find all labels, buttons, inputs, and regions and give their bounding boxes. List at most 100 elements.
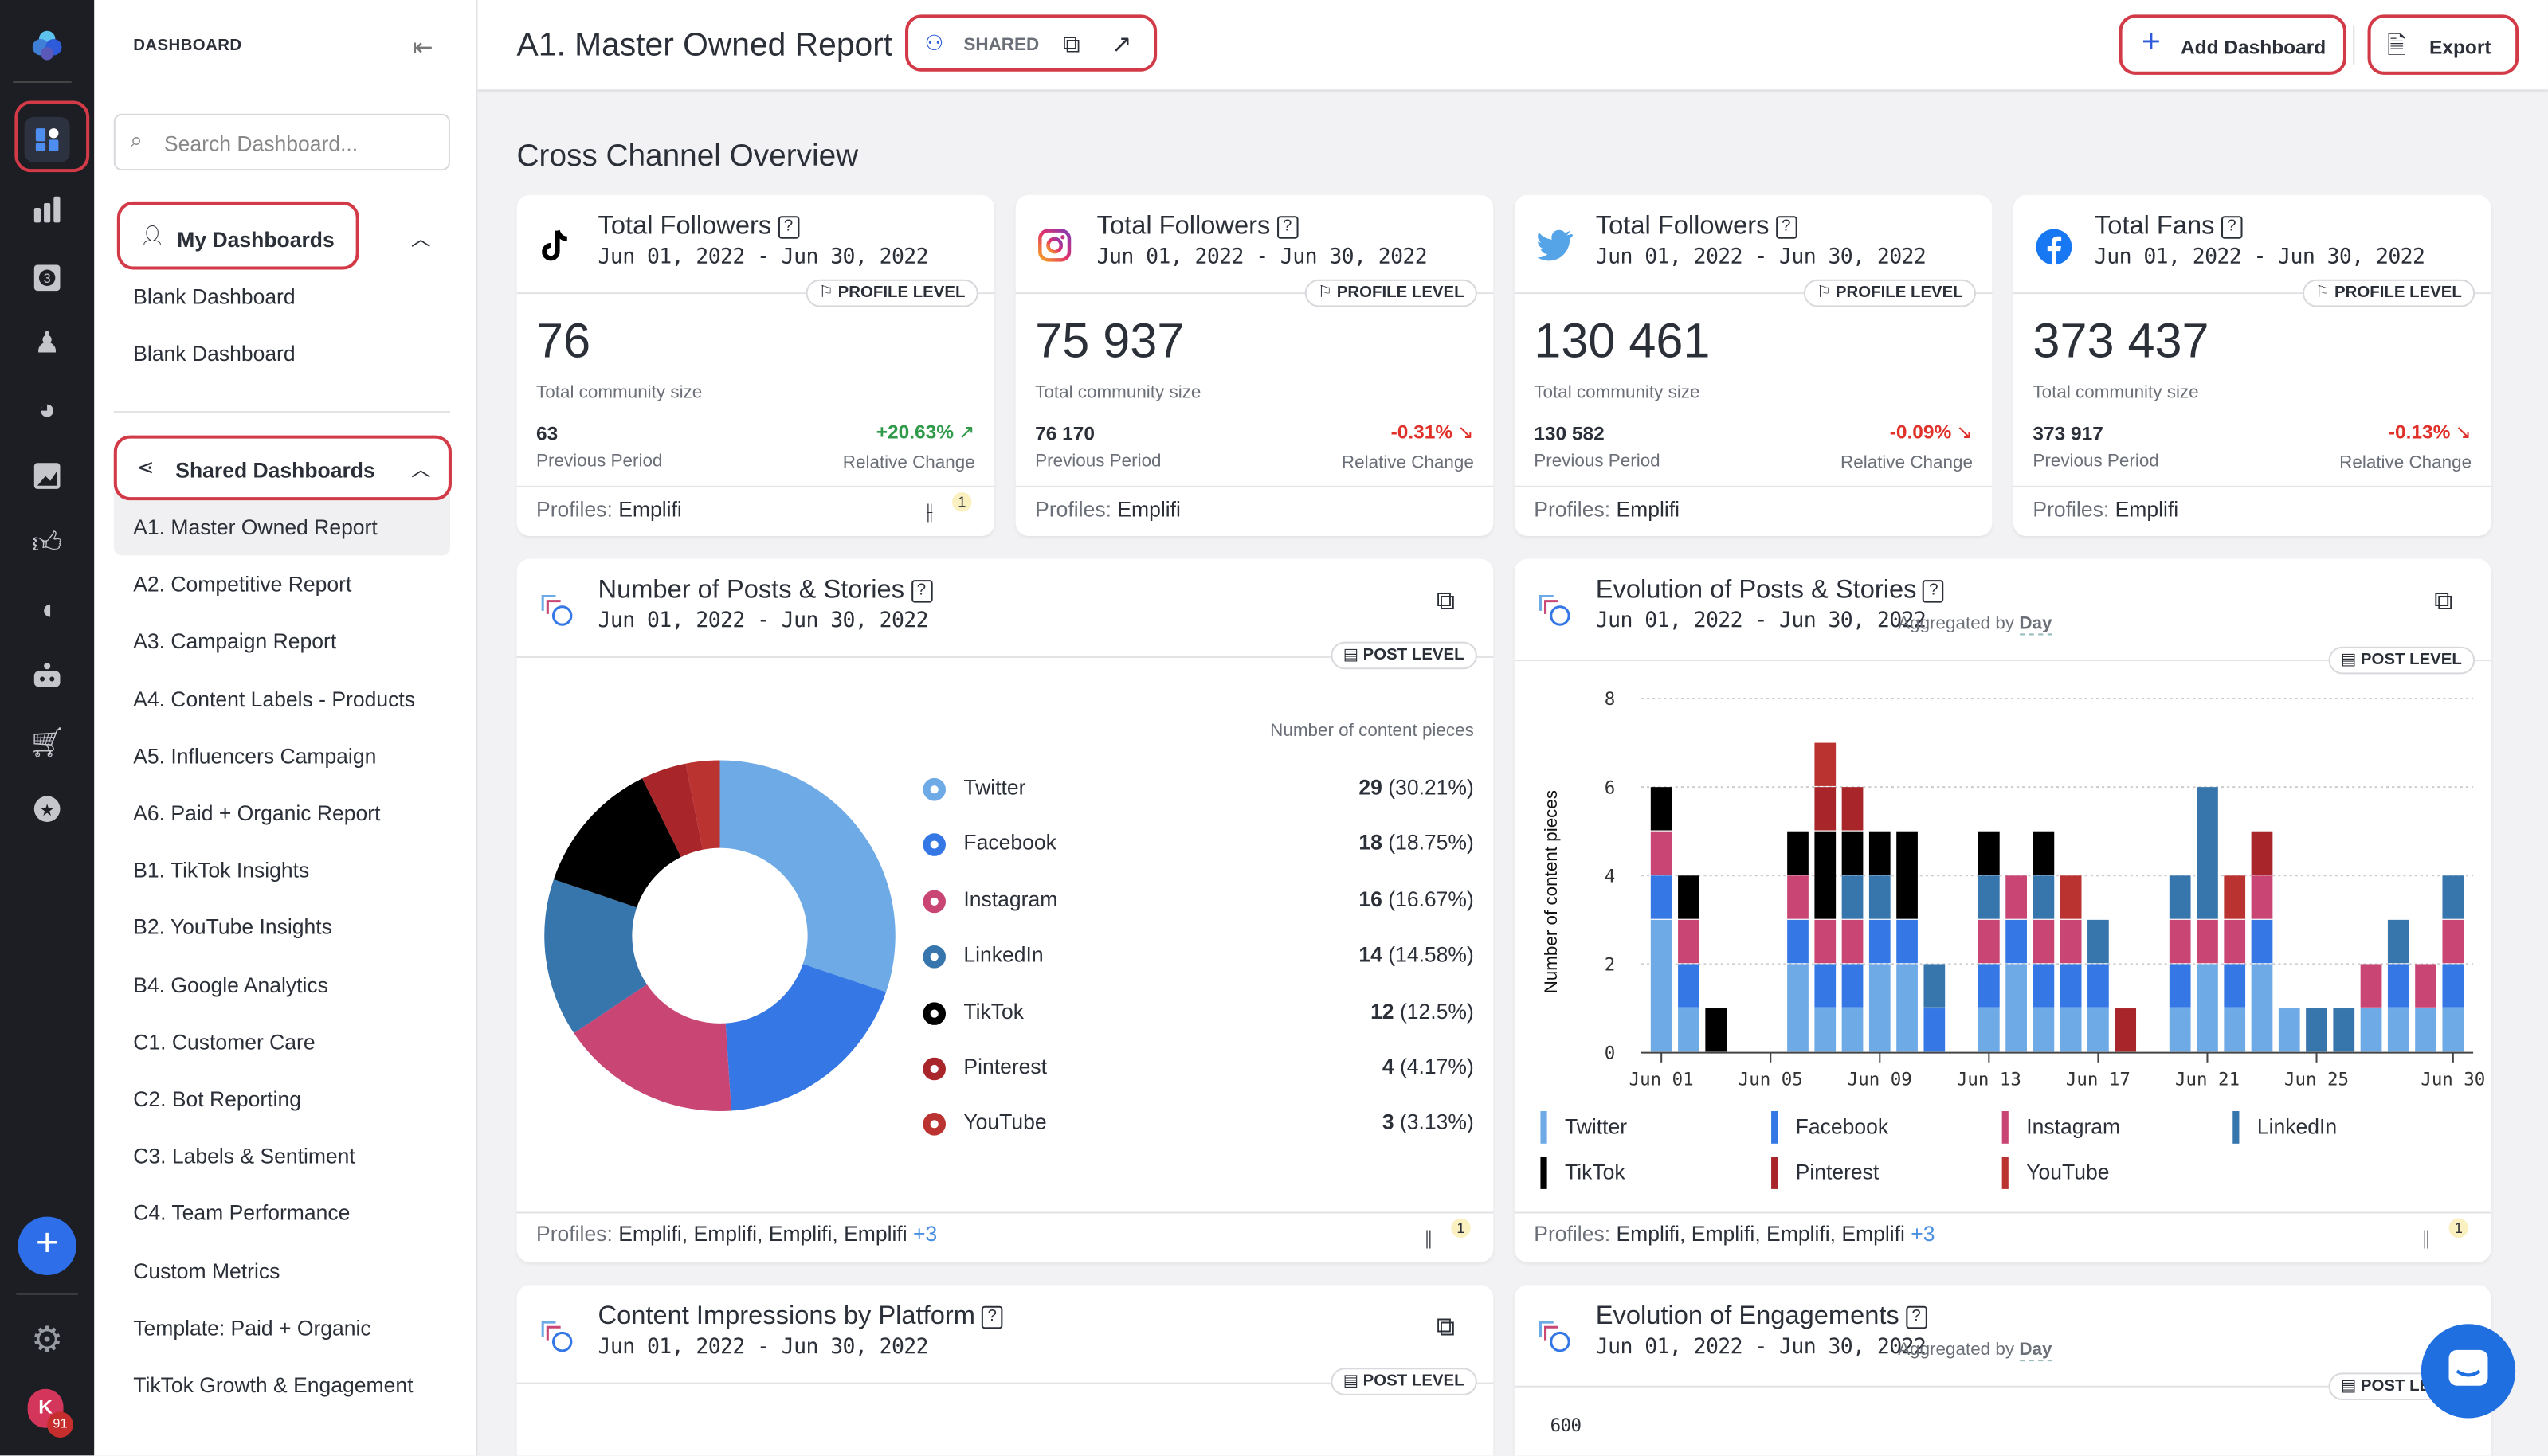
sidebar-item[interactable]: Template: Paid + Organic	[133, 1316, 370, 1341]
bar-segment-twitter-day-20[interactable]	[2169, 1008, 2191, 1052]
sidebar-item[interactable]: A4. Content Labels - Products	[133, 687, 415, 711]
bar-segment-facebook-day-14[interactable]	[2005, 919, 2027, 964]
gear-icon[interactable]: ⚙	[28, 1319, 67, 1360]
bar-segment-facebook-day-17[interactable]	[2087, 964, 2109, 1008]
dashboard-icon[interactable]	[24, 116, 70, 162]
bar-segment-instagram-day-6[interactable]	[1787, 875, 1809, 919]
bar-segment-linkedin-day-13[interactable]	[1978, 875, 2000, 919]
bar-segment-tiktok-day-2[interactable]	[1678, 875, 1699, 919]
bar-segment-twitter-day-2[interactable]	[1678, 1008, 1699, 1052]
sidebar-item[interactable]: C2. Bot Reporting	[133, 1086, 301, 1111]
bar-segment-instagram-day-23[interactable]	[2251, 875, 2273, 919]
bar-segment-linkedin-day-15[interactable]	[2033, 875, 2055, 919]
bar-segment-facebook-day-2[interactable]	[1678, 964, 1699, 1008]
bar-segment-facebook-day-30[interactable]	[2442, 964, 2464, 1008]
bar-segment-instagram-day-14[interactable]	[2005, 875, 2027, 919]
legend-label[interactable]: TikTok	[963, 998, 1024, 1023]
bar-segment-twitter-day-13[interactable]	[1978, 1008, 2000, 1052]
bar-segment-instagram-day-1[interactable]	[1650, 831, 1672, 875]
bar-segment-instagram-day-27[interactable]	[2360, 964, 2382, 1008]
bar-segment-tiktok-day-7[interactable]	[1814, 831, 1837, 919]
bar-segment-facebook-day-13[interactable]	[1978, 964, 2000, 1008]
chat-launcher-button[interactable]	[2421, 1324, 2516, 1419]
bar-segment-linkedin-day-26[interactable]	[2333, 1008, 2355, 1052]
add-dashboard-button[interactable]: + Add Dashboard	[2119, 14, 2347, 75]
help-icon[interactable]: ?	[1276, 216, 1298, 239]
bot-icon[interactable]	[28, 656, 67, 695]
legend-label[interactable]: Pinterest	[963, 1055, 1047, 1079]
donut-slice-facebook[interactable]	[725, 964, 887, 1111]
bar-segment-linkedin-day-25[interactable]	[2306, 1008, 2327, 1052]
content-icon[interactable]	[28, 456, 67, 495]
sidebar-item[interactable]: A3. Campaign Report	[133, 629, 336, 654]
bar-segment-instagram-day-30[interactable]	[2442, 919, 2464, 964]
open-detail-icon[interactable]: ⧉	[1437, 1314, 1455, 1344]
bar-segment-twitter-day-6[interactable]	[1787, 964, 1809, 1052]
commerce-icon[interactable]: 🛒︎	[28, 723, 67, 762]
bar-segment-twitter-day-22[interactable]	[2224, 1008, 2246, 1052]
bar-segment-facebook-day-11[interactable]	[1923, 1008, 1946, 1052]
bar-segment-tiktok-day-13[interactable]	[1978, 831, 2000, 875]
bar-segment-instagram-day-15[interactable]	[2033, 919, 2055, 964]
bar-segment-tiktok-day-1[interactable]	[1650, 787, 1672, 831]
add-button[interactable]: +	[18, 1216, 76, 1276]
filter-icon[interactable]: ⫲	[2423, 1225, 2430, 1251]
sidebar-item[interactable]: A1. Master Owned Report	[133, 515, 378, 540]
legend-label[interactable]: LinkedIn	[963, 942, 1043, 967]
bar-segment-instagram-day-13[interactable]	[1978, 919, 2000, 964]
bar-segment-facebook-day-16[interactable]	[2060, 964, 2082, 1008]
bar-segment-facebook-day-23[interactable]	[2251, 919, 2273, 964]
legend-label[interactable]: Instagram	[963, 887, 1057, 911]
community-icon[interactable]: ♟	[28, 323, 67, 362]
bar-segment-facebook-day-1[interactable]	[1650, 875, 1672, 919]
bar-segment-twitter-day-30[interactable]	[2442, 1008, 2464, 1052]
chevron-up-icon[interactable]: ︿	[411, 224, 431, 252]
bar-segment-linkedin-day-9[interactable]	[1868, 875, 1891, 919]
bar-segment-linkedin-day-17[interactable]	[2087, 919, 2109, 964]
help-icon[interactable]: ?	[1905, 1305, 1927, 1329]
help-icon[interactable]: ?	[778, 216, 799, 239]
legend-label[interactable]: Twitter	[1565, 1114, 1627, 1139]
sidebar-item[interactable]: B4. Google Analytics	[133, 973, 328, 997]
bar-segment-twitter-day-28[interactable]	[2387, 1008, 2409, 1052]
sidebar-item[interactable]: Blank Dashboard	[133, 341, 295, 366]
bar-segment-instagram-day-21[interactable]	[2197, 919, 2218, 964]
bar-segment-facebook-day-10[interactable]	[1896, 919, 1918, 964]
bar-segment-facebook-day-6[interactable]	[1787, 919, 1809, 964]
bar-segment-twitter-day-24[interactable]	[2278, 1008, 2300, 1052]
sidebar-item[interactable]: C1. Customer Care	[133, 1030, 315, 1055]
bar-segment-pinterest-day-7[interactable]	[1814, 787, 1837, 831]
sidebar-item[interactable]: Custom Metrics	[133, 1258, 280, 1283]
bar-segment-facebook-day-22[interactable]	[2224, 964, 2246, 1008]
bar-segment-instagram-day-16[interactable]	[2060, 919, 2082, 964]
bar-segment-twitter-day-17[interactable]	[2087, 1008, 2109, 1052]
help-icon[interactable]: ?	[2221, 216, 2243, 239]
bar-segment-linkedin-day-28[interactable]	[2387, 919, 2409, 964]
aggregation-select[interactable]: Day	[2019, 1340, 2052, 1362]
bar-segment-linkedin-day-30[interactable]	[2442, 875, 2464, 919]
bar-segment-facebook-day-28[interactable]	[2387, 964, 2409, 1008]
sidebar-item[interactable]: A2. Competitive Report	[133, 572, 351, 597]
filter-icon[interactable]: ⫲	[927, 499, 934, 525]
shared-button[interactable]: SHARED	[963, 36, 1039, 55]
bar-segment-pinterest-day-23[interactable]	[2251, 831, 2273, 875]
bar-segment-tiktok-day-9[interactable]	[1868, 831, 1891, 875]
bar-segment-youtube-day-16[interactable]	[2060, 875, 2082, 919]
bar-segment-instagram-day-20[interactable]	[2169, 919, 2191, 964]
bar-segment-linkedin-day-21[interactable]	[2197, 787, 2218, 919]
help-icon[interactable]: ?	[1775, 216, 1797, 239]
bar-segment-facebook-day-15[interactable]	[2033, 964, 2055, 1008]
copy-icon[interactable]: ⧉	[1063, 31, 1080, 59]
bar-segment-facebook-day-7[interactable]	[1814, 964, 1837, 1008]
sidebar-item[interactable]: B2. YouTube Insights	[133, 915, 332, 940]
legend-label[interactable]: TikTok	[1565, 1160, 1625, 1184]
bar-segment-twitter-day-27[interactable]	[2360, 1008, 2382, 1052]
sidebar-item[interactable]: A5. Influencers Campaign	[133, 744, 376, 769]
bar-segment-youtube-day-22[interactable]	[2224, 875, 2246, 919]
bar-segment-tiktok-day-8[interactable]	[1841, 831, 1864, 875]
bar-segment-pinterest-day-18[interactable]	[2115, 1008, 2137, 1052]
shared-dashboards-toggle[interactable]: ⋖ Shared Dashboards ︿	[113, 435, 452, 501]
bar-segment-linkedin-day-20[interactable]	[2169, 875, 2191, 919]
legend-label[interactable]: Facebook	[1796, 1114, 1888, 1139]
sidebar-item[interactable]: B1. TikTok Insights	[133, 858, 309, 883]
